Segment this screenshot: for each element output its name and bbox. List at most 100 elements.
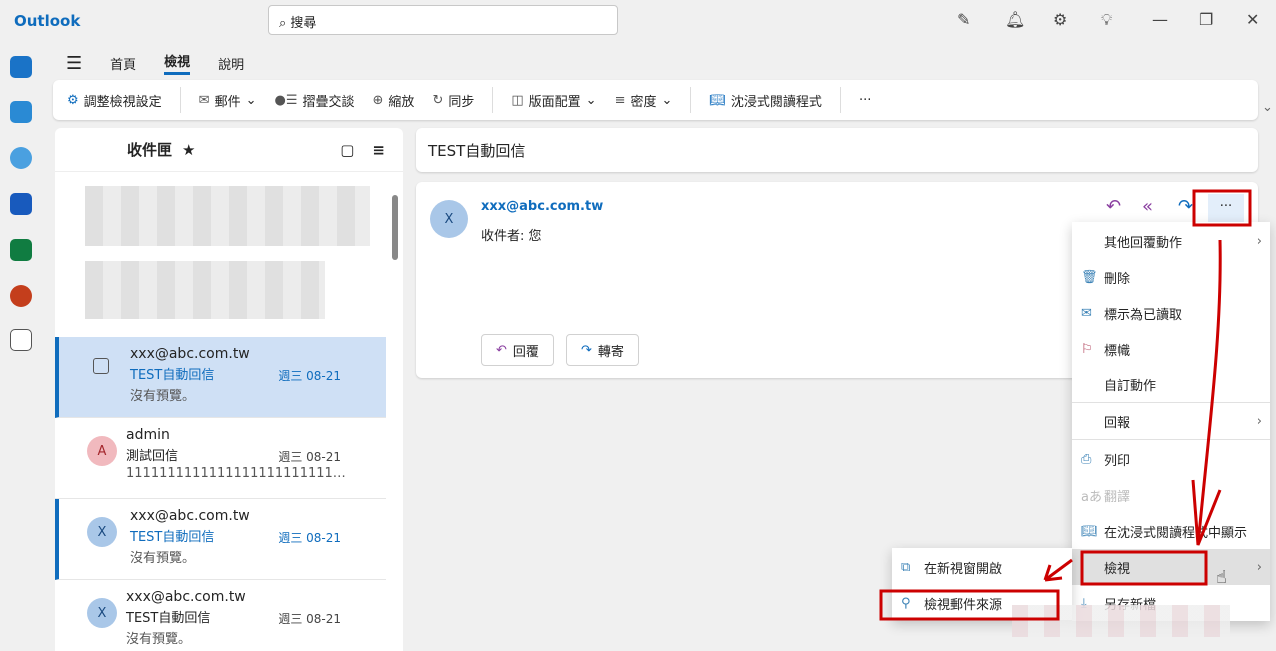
select-icon[interactable]: ▢: [340, 141, 354, 159]
hand-cursor-icon: ☝: [1216, 567, 1227, 588]
ribbon-toolbar: ⚙ 調整檢視設定 ✉ 郵件 ⌄ ●☰ 摺疊交談 ⊕ 縮放 ↻ 同步 ◫ 版面配置 ⌄ ≡ 密度 ⌄ …: [53, 80, 1258, 120]
forward-icon[interactable]: ↷: [1178, 196, 1193, 217]
search-input[interactable]: ⌕ 搜尋: [268, 5, 618, 35]
sender: xxx@abc.com.tw: [130, 508, 250, 524]
more-actions-menu: 其他回覆動作 › 🗑︎ 刪除 ✉ 標示為已讀取 ⚐ 標幟 自訂動作 回報 › ⎙ 列印 aあ…: [1072, 222, 1270, 621]
menu-item-flag[interactable]: ⚐ 標幟: [1072, 331, 1270, 367]
lightbulb-icon[interactable]: 💡︎: [1101, 10, 1112, 30]
reply-all-icon[interactable]: «: [1142, 196, 1153, 217]
restore-icon[interactable]: ❐: [1199, 10, 1213, 29]
ribbon-tabs: ☰ 首頁 檢視 說明: [66, 50, 244, 76]
immersive-reader-icon: 📖︎: [709, 92, 726, 108]
sender-email[interactable]: xxx@abc.com.tw: [481, 199, 603, 214]
menu-item-view[interactable]: 檢視 ›: [1072, 549, 1270, 585]
divider: [179, 87, 181, 113]
mail-app-icon[interactable]: [10, 56, 32, 78]
subject: 測試回信: [126, 449, 179, 464]
forward-button[interactable]: ↷ 轉寄: [566, 334, 639, 366]
message-item[interactable]: xxx@abc.com.tw TEST自動回信 週三 08-21 沒有預覽。: [55, 337, 386, 418]
sender: xxx@abc.com.tw: [130, 346, 250, 362]
message-item[interactable]: X xxx@abc.com.tw TEST自動回信 週三 08-21 沒有預覽。: [55, 499, 386, 580]
immersive-reader-icon: 📖︎: [1081, 523, 1098, 539]
menu-item-immersive-reader[interactable]: 📖︎ 在沈浸式閱讀程式中顯示: [1072, 513, 1270, 549]
density-icon: ≡: [614, 92, 626, 108]
preview: 沒有預覽。: [126, 632, 192, 647]
divider: [839, 87, 841, 113]
menu-item-custom-action[interactable]: 自訂動作: [1072, 367, 1270, 403]
preview: 1111111111111111111111111…: [126, 466, 346, 481]
date: 週三 08-21: [278, 531, 341, 545]
ribbon-expand-icon[interactable]: ⌄: [1262, 100, 1273, 115]
more-apps-icon[interactable]: [10, 329, 32, 351]
notes-icon[interactable]: ✎: [957, 10, 970, 29]
close-icon[interactable]: ✕: [1246, 10, 1259, 29]
menu-item-delete[interactable]: 🗑︎ 刪除: [1072, 259, 1270, 295]
filter-icon[interactable]: ≡: [372, 141, 385, 159]
blurred-message[interactable]: [85, 186, 370, 246]
date: 週三 08-21: [278, 450, 341, 464]
source-icon: ⚲: [901, 595, 911, 611]
density-button[interactable]: ≡ 密度 ⌄: [615, 91, 673, 110]
more-actions-button[interactable]: ···: [1208, 194, 1244, 222]
message-item[interactable]: A admin 測試回信 週三 08-21 111111111111111111…: [55, 418, 386, 499]
message-checkbox[interactable]: [93, 358, 109, 374]
subject: TEST自動回信: [130, 530, 215, 545]
message-list: 收件匣 ★ ▢ ≡ xxx@abc.com.tw TEST自動回信 週三 08-21 …: [55, 128, 403, 651]
powerpoint-app-icon[interactable]: [10, 285, 32, 307]
menu-item-other-reply[interactable]: 其他回覆動作 ›: [1072, 223, 1270, 259]
reply-icon[interactable]: ↶: [1106, 196, 1121, 217]
immersive-reader-button[interactable]: 📖︎ 沈浸式閱讀程式: [709, 91, 822, 110]
collapse-conversation-button[interactable]: ●☰ 摺疊交談: [275, 91, 355, 110]
chevron-down-icon: ⌄: [245, 92, 257, 108]
tab-home[interactable]: 首頁: [110, 54, 136, 73]
message-item[interactable]: X xxx@abc.com.tw TEST自動回信 週三 08-21 沒有預覽。: [55, 580, 386, 651]
date: 週三 08-21: [278, 369, 341, 383]
menu-item-print[interactable]: ⎙ 列印: [1072, 441, 1270, 477]
open-mail-icon: ✉: [1081, 305, 1092, 321]
minimize-icon[interactable]: —: [1152, 10, 1168, 29]
subject-header: TEST自動回信: [416, 128, 1258, 172]
reply-button[interactable]: ↶ 回覆: [481, 334, 554, 366]
sender: admin: [126, 427, 170, 443]
view-settings-button[interactable]: ⚙ 調整檢視設定: [67, 91, 162, 110]
layout-button[interactable]: ◫ 版面配置 ⌄: [511, 91, 596, 110]
zoom-button[interactable]: ⊕ 縮放: [373, 91, 415, 110]
sender-avatar: X: [430, 200, 468, 238]
more-button[interactable]: ···: [859, 93, 871, 108]
sender: xxx@abc.com.tw: [126, 589, 246, 605]
title-bar: Outlook ⌕ 搜尋 ✎ 🔔︎ ⚙ 💡︎ — ❐ ✕: [0, 0, 1276, 44]
gear-icon[interactable]: ⚙: [1053, 10, 1067, 29]
word-app-icon[interactable]: [10, 193, 32, 215]
sync-button[interactable]: ↻ 同步: [432, 91, 474, 110]
scrollbar[interactable]: [392, 195, 398, 260]
menu-item-translate[interactable]: aあ 翻譯: [1072, 477, 1270, 513]
bell-icon[interactable]: 🔔︎: [1005, 10, 1025, 29]
layout-icon: ◫: [511, 92, 524, 108]
zoom-icon: ⊕: [372, 92, 384, 108]
avatar: A: [87, 436, 117, 466]
excel-app-icon[interactable]: [10, 239, 32, 261]
app-title: Outlook: [14, 12, 81, 30]
tab-help[interactable]: 說明: [218, 54, 244, 73]
star-icon[interactable]: ★: [182, 141, 195, 159]
chevron-right-icon: ›: [1256, 559, 1262, 575]
recipients: 收件者: 您: [481, 229, 542, 244]
menu-item-open-new-window[interactable]: ⧉ 在新視窗開啟: [892, 549, 1072, 585]
menu-item-mark-read[interactable]: ✉ 標示為已讀取: [1072, 295, 1270, 331]
tab-view[interactable]: 檢視: [164, 51, 191, 75]
search-icon: ⌕: [279, 16, 291, 31]
calendar-app-icon[interactable]: [10, 101, 32, 123]
menu-item-report[interactable]: 回報 ›: [1072, 404, 1270, 440]
subject: TEST自動回信: [126, 611, 211, 626]
divider: [690, 87, 692, 113]
people-app-icon[interactable]: [10, 147, 32, 169]
hamburger-icon[interactable]: ☰: [66, 53, 82, 74]
chevron-down-icon: ⌄: [661, 92, 673, 108]
preview: 沒有預覽。: [130, 551, 196, 566]
blurred-message[interactable]: [85, 261, 325, 319]
sync-icon: ↻: [432, 92, 444, 108]
open-window-icon: ⧉: [901, 559, 911, 575]
mail-button[interactable]: ✉ 郵件 ⌄: [199, 91, 257, 110]
subject: TEST自動回信: [130, 368, 215, 383]
chevron-right-icon: ›: [1256, 414, 1262, 429]
